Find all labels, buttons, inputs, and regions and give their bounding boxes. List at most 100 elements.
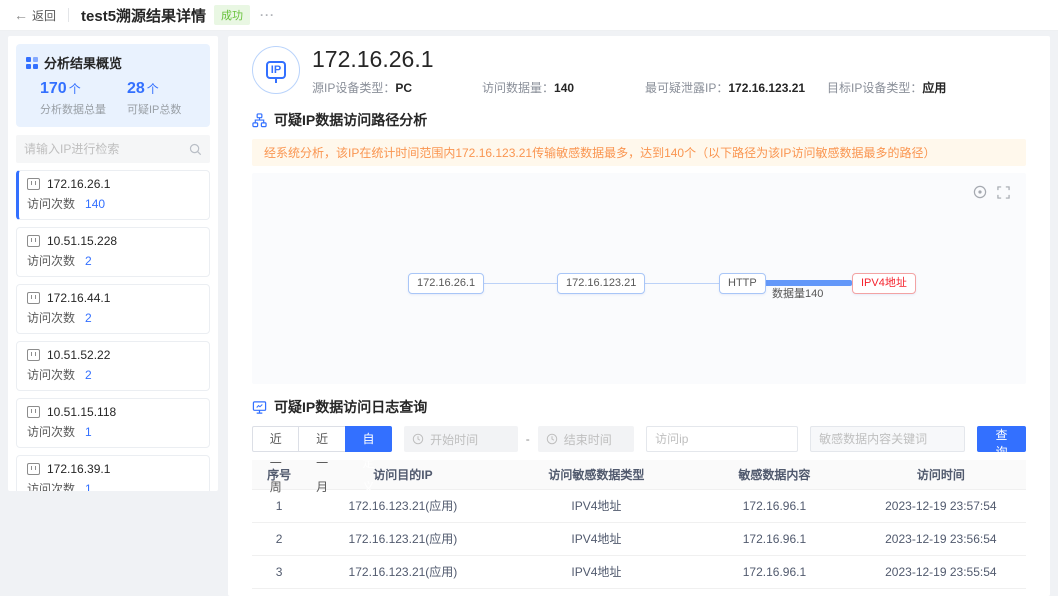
visits-count: 1 — [85, 425, 92, 439]
meta-source-device-type: 源IP设备类型：PC — [312, 79, 482, 96]
log-table-cell: 172.16.123.21(应用) — [306, 522, 500, 555]
ip-device-icon — [27, 292, 40, 304]
range-separator: - — [526, 432, 530, 446]
visits-count: 2 — [85, 311, 92, 325]
visits-label: 访问次数 — [27, 425, 75, 439]
ip-device-icon — [27, 178, 40, 190]
path-analysis-title: 可疑IP数据访问路径分析 — [274, 110, 427, 130]
col-header-data-type: 访问敏感数据类型 — [500, 460, 694, 489]
sidebar: 分析结果概览 170个 分析数据总量 28个 可疑IP总数 172.16.26.… — [8, 36, 218, 491]
query-button[interactable]: 查询 — [977, 426, 1026, 452]
ip-address: 10.51.52.22 — [47, 348, 110, 362]
visits-label: 访问次数 — [27, 197, 75, 211]
graph-node-leak-ip[interactable]: 172.16.123.21 — [557, 273, 645, 294]
edge-data-volume-label: 数据量140 — [772, 285, 823, 301]
ip-address: 172.16.39.1 — [47, 462, 110, 476]
stat-value: 170 — [40, 80, 67, 97]
visit-ip-input[interactable] — [646, 426, 798, 452]
divider — [68, 8, 69, 22]
ip-list-item[interactable]: 172.16.26.1 访问次数 140 — [16, 170, 210, 220]
ip-list-item[interactable]: 10.51.52.22 访问次数 2 — [16, 341, 210, 391]
log-table-cell: 2 — [252, 522, 306, 555]
log-table-cell: 172.16.123.21(应用) — [306, 489, 500, 522]
graph-node-ipv4-address[interactable]: IPV4地址 — [852, 273, 916, 294]
ip-device-icon — [27, 463, 40, 475]
graph-node-source-ip[interactable]: 172.16.26.1 — [408, 273, 484, 294]
ip-device-icon — [27, 235, 40, 247]
stat-label: 可疑IP总数 — [127, 101, 200, 117]
time-range-button-group: 近一周 近一月 自定义 — [252, 426, 392, 452]
log-table-cell: 172.16.96.1 — [693, 555, 856, 588]
ip-address: 172.16.26.1 — [47, 177, 110, 191]
graph-node-protocol[interactable]: HTTP — [719, 273, 766, 294]
visits-count: 140 — [85, 197, 105, 211]
log-table-cell: 172.16.96.1 — [693, 489, 856, 522]
log-filter-row: 近一周 近一月 自定义 开始时间 - 结束时间 查询 — [252, 426, 1026, 452]
end-time-placeholder: 结束时间 — [564, 431, 612, 448]
ip-list: 172.16.26.1 访问次数 140 10.51.15.228 访问次数 2 1… — [16, 170, 210, 491]
end-time-picker[interactable]: 结束时间 — [538, 426, 634, 452]
visits-count: 2 — [85, 368, 92, 382]
log-table-cell: IPV4地址 — [500, 522, 694, 555]
stat-unit: 个 — [69, 82, 81, 96]
meta-suspicious-leak-ip: 最可疑泄露IP：172.16.123.21 — [645, 79, 827, 96]
sensitive-keyword-input[interactable] — [810, 426, 965, 452]
ip-list-item[interactable]: 10.51.15.118 访问次数1 — [16, 398, 210, 448]
ip-list-item[interactable]: 172.16.39.1 访问次数 1 — [16, 455, 210, 491]
log-table-cell: 172.16.96.1 — [693, 522, 856, 555]
visits-count: 1 — [85, 482, 92, 491]
back-button[interactable]: ← 返回 — [14, 7, 56, 24]
log-query-section-header: 可疑IP数据访问日志查询 — [252, 397, 1026, 417]
visits-label: 访问次数 — [27, 311, 75, 325]
visits-label: 访问次数 — [27, 254, 75, 268]
back-label: 返回 — [32, 7, 56, 24]
col-header-time: 访问时间 — [856, 460, 1026, 489]
stat-label: 分析数据总量 — [40, 101, 113, 117]
reset-view-icon[interactable] — [973, 185, 987, 199]
visits-count: 2 — [85, 254, 92, 268]
analysis-overview-card: 分析结果概览 170个 分析数据总量 28个 可疑IP总数 — [16, 44, 210, 127]
ip-address: 10.51.15.228 — [47, 234, 117, 248]
start-time-placeholder: 开始时间 — [430, 431, 478, 448]
custom-range-button[interactable]: 自定义 — [345, 426, 392, 452]
start-time-picker[interactable]: 开始时间 — [404, 426, 518, 452]
status-badge: 成功 — [214, 5, 250, 25]
last-month-button[interactable]: 近一月 — [298, 426, 345, 452]
log-table-cell: 2023-12-19 23:57:54 — [856, 489, 1026, 522]
main-panel: IP 172.16.26.1 源IP设备类型：PC 访问数据量：140 最可疑泄… — [228, 36, 1050, 596]
log-table-row[interactable]: 2172.16.123.21(应用)IPV4地址172.16.96.12023-… — [252, 522, 1026, 555]
search-icon[interactable] — [189, 143, 202, 156]
visits-label: 访问次数 — [27, 368, 75, 382]
path-analysis-section-header: 可疑IP数据访问路径分析 — [252, 110, 1026, 130]
ip-search-box — [16, 135, 210, 163]
stat-unit: 个 — [147, 82, 159, 96]
page-title: test5溯源结果详情 — [81, 5, 206, 26]
last-week-button[interactable]: 近一周 — [252, 426, 299, 452]
log-table-body: 1172.16.123.21(应用)IPV4地址172.16.96.12023-… — [252, 489, 1026, 588]
ip-list-item[interactable]: 10.51.15.228 访问次数 2 — [16, 227, 210, 277]
monitor-icon — [252, 400, 267, 415]
detail-header: IP 172.16.26.1 源IP设备类型：PC 访问数据量：140 最可疑泄… — [252, 46, 1026, 96]
log-table-row[interactable]: 3172.16.123.21(应用)IPV4地址172.16.96.12023-… — [252, 555, 1026, 588]
more-menu-icon[interactable]: ··· — [260, 8, 275, 22]
overview-title: 分析结果概览 — [44, 53, 122, 72]
stat-value: 28 — [127, 80, 145, 97]
analysis-warning: 经系统分析，该IP在统计时间范围内172.16.123.21传输敏感数据最多，达… — [252, 139, 1026, 166]
log-table-cell: IPV4地址 — [500, 555, 694, 588]
log-table-cell: 3 — [252, 555, 306, 588]
path-graph[interactable]: 数据量140 172.16.26.1 172.16.123.21 HTTP IP… — [252, 173, 1026, 384]
source-ip-title: 172.16.26.1 — [312, 46, 1026, 72]
log-table-cell: 2023-12-19 23:56:54 — [856, 522, 1026, 555]
log-table-cell: IPV4地址 — [500, 489, 694, 522]
fullscreen-icon[interactable] — [997, 186, 1010, 199]
stat-total-data: 170个 分析数据总量 — [26, 80, 113, 117]
ip-search-input[interactable] — [24, 142, 189, 156]
back-arrow-icon: ← — [14, 7, 28, 23]
col-header-dest-ip: 访问目的IP — [306, 460, 500, 489]
visits-label: 访问次数 — [27, 482, 75, 491]
overview-title-row: 分析结果概览 — [26, 53, 200, 72]
ip-address: 172.16.44.1 — [47, 291, 110, 305]
meta-target-device-type: 目标IP设备类型：应用 — [827, 79, 946, 96]
meta-row: 源IP设备类型：PC 访问数据量：140 最可疑泄露IP：172.16.123.… — [312, 79, 1026, 96]
ip-list-item[interactable]: 172.16.44.1 访问次数 2 — [16, 284, 210, 334]
